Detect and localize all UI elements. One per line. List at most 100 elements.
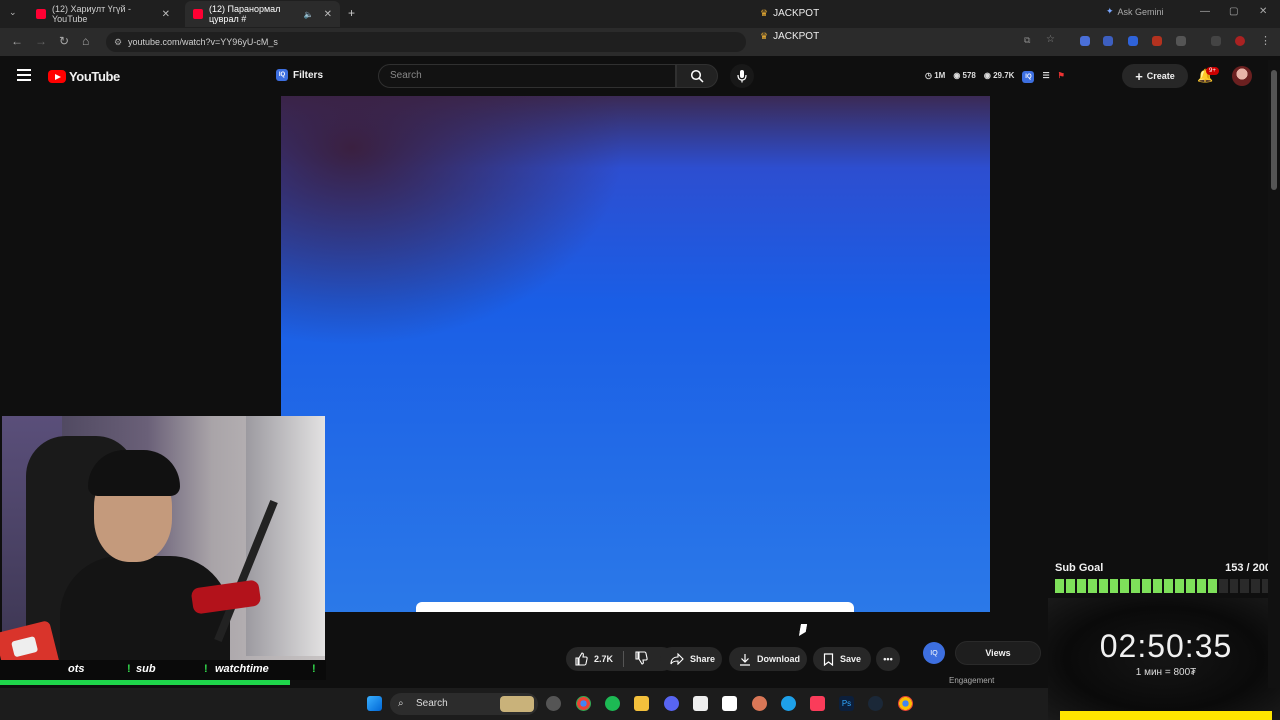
maximize-icon[interactable]: ▢ xyxy=(1229,6,1238,17)
bookmark-icon xyxy=(823,652,834,666)
star-icon[interactable]: ☆ xyxy=(1046,34,1055,45)
extension-icon[interactable] xyxy=(1103,36,1113,46)
reload-icon[interactable]: ↻ xyxy=(59,34,69,48)
site-info-icon[interactable]: ⚙ xyxy=(114,32,122,52)
channel-stats: ◷ 1M ◉ 578 ◉ 29.7K IQ ☰ ⚑ xyxy=(925,71,1065,83)
search-highlight-icon xyxy=(500,696,534,712)
install-icon[interactable]: ⧉ xyxy=(1024,35,1030,46)
page-scrollbar[interactable] xyxy=(1268,60,1280,688)
hamburger-menu-icon[interactable] xyxy=(17,69,31,81)
extension-icon[interactable] xyxy=(1080,36,1090,46)
iq-analytics-icon[interactable]: IQ xyxy=(923,642,945,664)
search-button[interactable] xyxy=(676,64,718,88)
back-icon[interactable]: ← xyxy=(11,34,23,48)
eye-icon: ◉ xyxy=(953,71,963,80)
steam-icon[interactable] xyxy=(868,696,883,711)
create-button[interactable]: + Create xyxy=(1122,64,1188,88)
new-tab-button[interactable]: + xyxy=(348,6,355,20)
video-bottom-panel xyxy=(416,602,854,612)
forward-icon[interactable]: → xyxy=(35,34,47,48)
stat-views: ◉ 578 xyxy=(953,71,976,80)
extensions-puzzle-icon[interactable] xyxy=(1176,36,1186,46)
youtube-logo[interactable]: YouTube xyxy=(48,69,120,84)
windows-start-icon[interactable] xyxy=(367,696,382,711)
profile-icon[interactable] xyxy=(1235,36,1245,46)
jackpot-item-2[interactable]: ♛ JACKPOT xyxy=(760,31,819,42)
jackpot-item-1[interactable]: ♛ JACKPOT xyxy=(760,8,819,19)
menu-icon[interactable]: ⋮ xyxy=(1260,34,1271,47)
divider xyxy=(623,651,625,667)
sub-goal-title: Sub Goal xyxy=(1055,562,1104,574)
voice-search-button[interactable] xyxy=(730,64,754,88)
scrollbar-thumb[interactable] xyxy=(1271,70,1277,190)
app-icon[interactable] xyxy=(781,696,796,711)
avatar[interactable] xyxy=(1232,66,1252,86)
microphone-icon xyxy=(737,70,747,83)
tab-list-icon[interactable]: ⌄ xyxy=(9,7,17,18)
share-icon xyxy=(670,653,684,665)
sub-goal-segment xyxy=(1109,579,1119,593)
windows-taskbar: ⌕ Search Ps xyxy=(0,688,1048,720)
thumbs-down-icon xyxy=(635,651,648,665)
engagement-label[interactable]: Engagement xyxy=(949,676,994,685)
reading-list-icon[interactable] xyxy=(1211,36,1221,46)
youtube-favicon-icon xyxy=(193,9,203,19)
extension-icon[interactable] xyxy=(1152,36,1162,46)
filters-button[interactable]: IQ Filters xyxy=(276,69,323,81)
chrome-icon[interactable] xyxy=(576,696,591,711)
tab-hariult[interactable]: (12) Хариулт Үгүй - YouTube ✕ xyxy=(28,1,178,27)
tab-title: (12) Хариулт Үгүй - YouTube xyxy=(52,4,132,24)
search-icon: ⌕ xyxy=(398,698,404,709)
taskbar-search[interactable]: ⌕ Search xyxy=(390,693,538,715)
progress-strip xyxy=(0,680,290,685)
more-actions-button[interactable]: ••• xyxy=(876,647,900,671)
views-tab[interactable]: Views xyxy=(955,641,1041,665)
iq-icon[interactable]: IQ xyxy=(1022,71,1035,83)
youtube-favicon-icon xyxy=(36,9,46,19)
notion-icon[interactable] xyxy=(722,696,737,711)
save-button[interactable]: Save xyxy=(813,647,871,671)
music-icon[interactable] xyxy=(810,696,825,711)
stat-time: ◷ 1M xyxy=(925,71,946,80)
plus-icon: + xyxy=(1135,68,1143,84)
sub-goal-segment xyxy=(1098,579,1108,593)
spotify-icon[interactable] xyxy=(605,696,620,711)
search-input[interactable]: Search xyxy=(378,64,676,88)
url-field[interactable]: ⚙ youtube.com/watch?v=YY96yU-cM_s xyxy=(106,32,746,52)
minimize-icon[interactable]: — xyxy=(1200,6,1210,17)
chrome-icon[interactable] xyxy=(898,696,913,711)
copilot-icon[interactable] xyxy=(546,696,561,711)
extension-icon[interactable] xyxy=(1128,36,1138,46)
browser-tab-bar: ⌄ (12) Хариулт Үгүй - YouTube ✕ (12) Пар… xyxy=(0,0,1280,28)
sub-goal-segment xyxy=(1207,579,1217,593)
more-icon: ••• xyxy=(883,654,893,664)
speaker-icon[interactable]: 🔈 xyxy=(304,10,314,19)
list-icon[interactable]: ☰ xyxy=(1042,71,1049,83)
sub-goal-segment xyxy=(1087,579,1097,593)
address-bar: ← → ↻ ⌂ ⚙ youtube.com/watch?v=YY96yU-cM_… xyxy=(0,28,1280,56)
capcut-icon[interactable] xyxy=(693,696,708,711)
tab-paranormal[interactable]: (12) Паранормал цуврал # 🔈 ✕ xyxy=(185,1,340,27)
like-button[interactable]: 2.7K xyxy=(574,652,613,666)
download-icon xyxy=(740,653,750,666)
ask-gemini-button[interactable]: ✦ Ask Gemini xyxy=(1106,6,1164,17)
photoshop-icon[interactable]: Ps xyxy=(839,696,854,711)
file-explorer-icon[interactable] xyxy=(634,696,649,711)
iq-icon: IQ xyxy=(276,69,288,81)
ext-icon[interactable]: ⚑ xyxy=(1058,71,1065,83)
close-icon[interactable]: ✕ xyxy=(162,9,170,20)
dislike-button[interactable] xyxy=(634,651,648,667)
share-button[interactable]: Share xyxy=(660,647,722,671)
gemini-icon: ✦ xyxy=(1106,6,1114,16)
close-icon[interactable]: ✕ xyxy=(324,9,332,20)
home-icon[interactable]: ⌂ xyxy=(82,34,89,48)
mouse-cursor-icon xyxy=(798,624,808,636)
crown-icon: ♛ xyxy=(760,8,769,18)
search-icon xyxy=(690,69,704,83)
video-player[interactable] xyxy=(281,96,990,612)
download-button[interactable]: Download xyxy=(729,647,807,671)
close-window-icon[interactable]: ✕ xyxy=(1259,6,1267,17)
discord-icon[interactable] xyxy=(664,696,679,711)
claude-icon[interactable] xyxy=(752,696,767,711)
sub-goal-segment xyxy=(1055,579,1064,593)
